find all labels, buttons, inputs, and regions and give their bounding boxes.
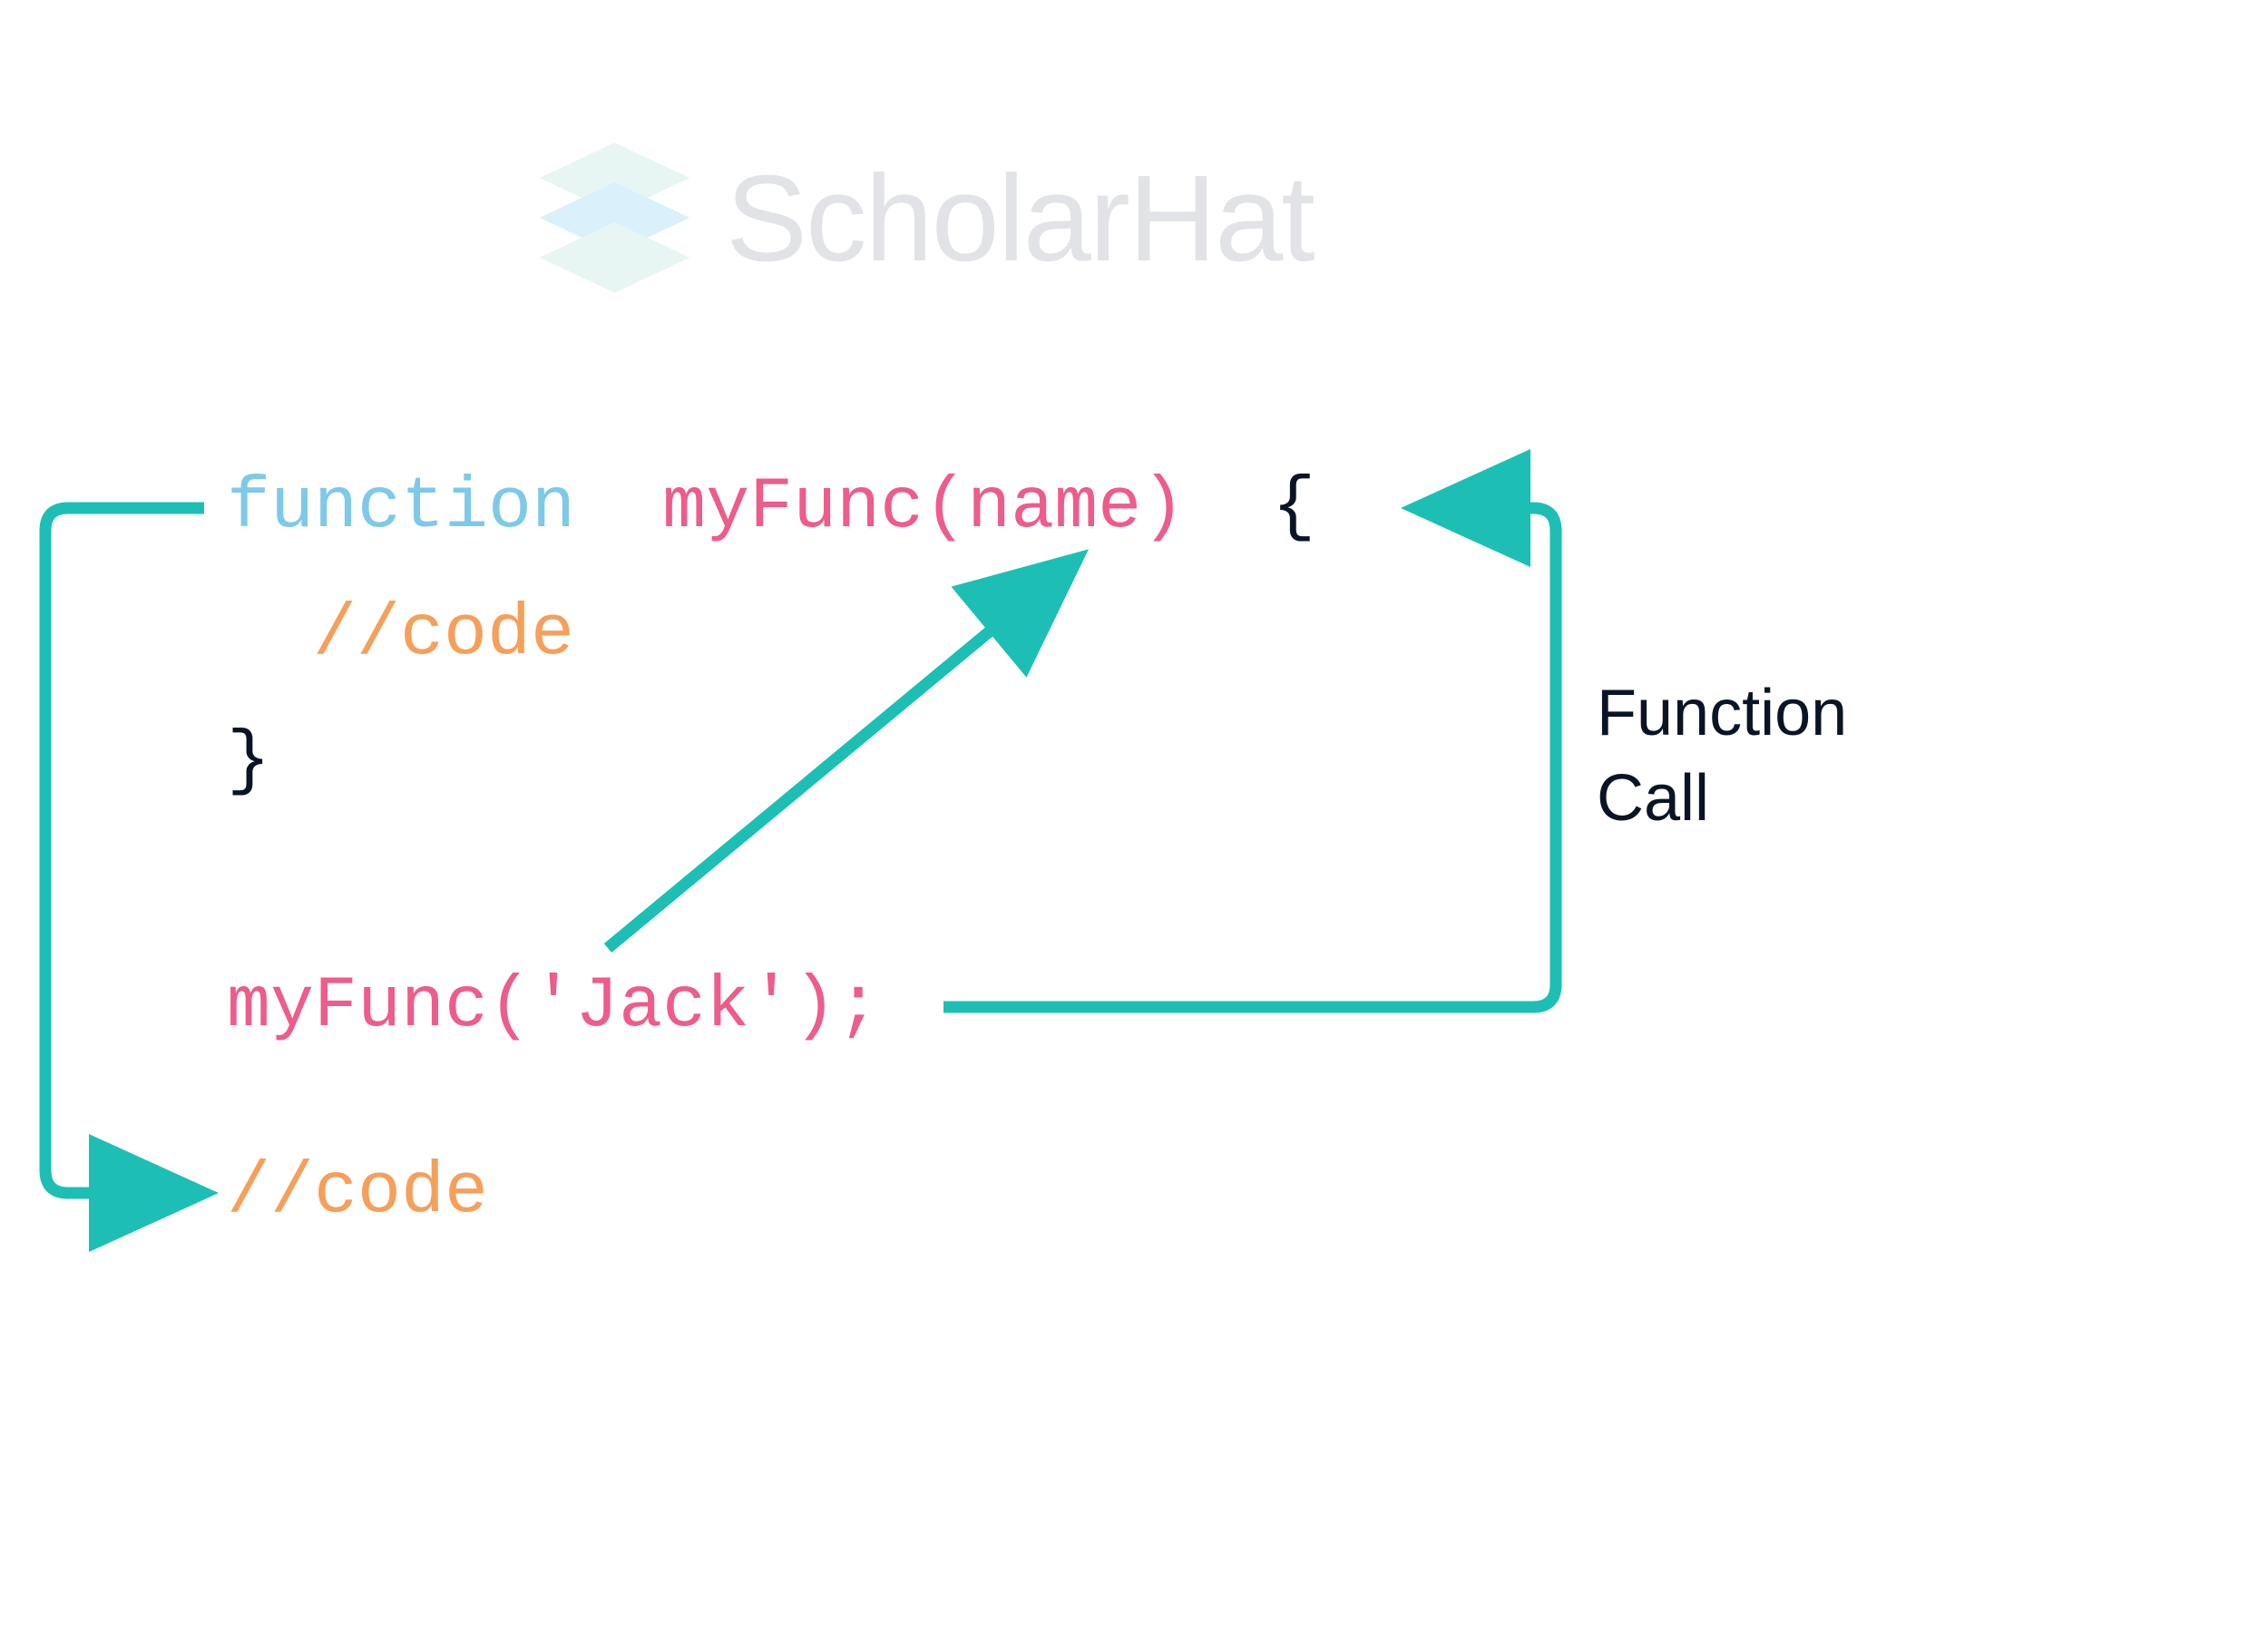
arrow-function-call-flow xyxy=(943,508,1556,1007)
arrow-return-flow xyxy=(45,508,204,1193)
arrow-call-to-definition xyxy=(608,564,1070,948)
diagram-arrows xyxy=(0,0,2268,1633)
